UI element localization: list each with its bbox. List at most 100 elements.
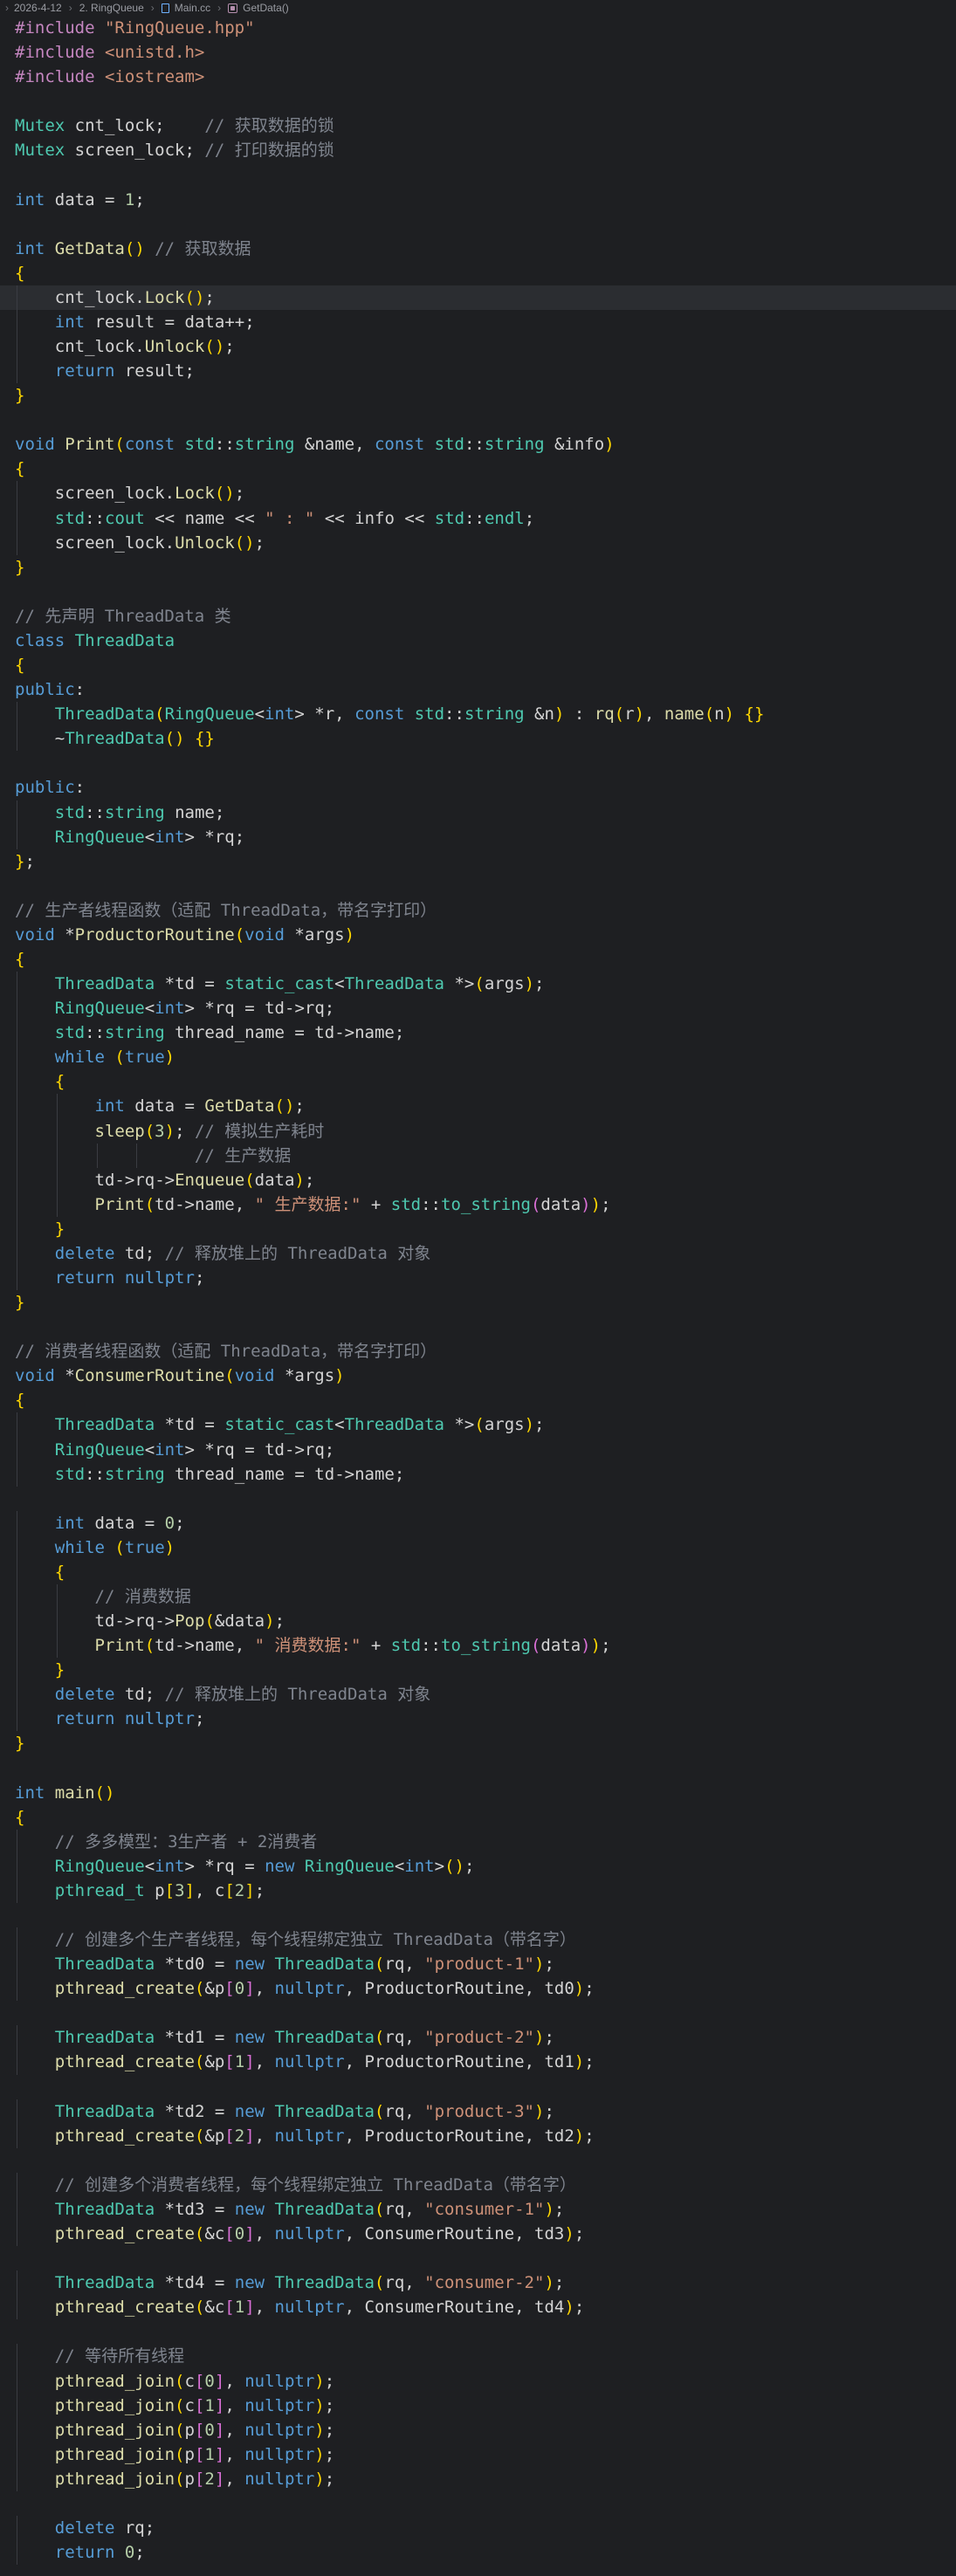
code-line[interactable]: public: (15, 775, 956, 800)
code-line[interactable]: pthread_join(p[0], nullptr); (15, 2417, 956, 2442)
code-line[interactable]: td->rq->Enqueue(data); (15, 1167, 956, 1192)
code-line[interactable]: return nullptr; (15, 1707, 956, 1732)
code-line[interactable] (15, 2491, 956, 2516)
code-line[interactable]: } (15, 1216, 956, 1241)
code-line[interactable]: { (15, 1069, 956, 1095)
code-line[interactable] (15, 1487, 956, 1511)
code-line[interactable]: td->rq->Pop(&data); (15, 1609, 956, 1634)
code-line[interactable] (15, 408, 956, 432)
code-line[interactable]: // 创建多个生产者线程，每个线程绑定独立 ThreadData（带名字） (15, 1927, 956, 1953)
code-line[interactable]: // 创建多个消费者线程，每个线程绑定独立 ThreadData（带名字） (15, 2172, 956, 2197)
code-line[interactable]: pthread_create(&c[0], nullptr, ConsumerR… (15, 2222, 956, 2247)
code-line[interactable]: Print(td->name, " 消费数据:" + std::to_strin… (15, 1633, 956, 1659)
code-line[interactable] (15, 89, 956, 113)
code-line[interactable]: ThreadData *td4 = new ThreadData(rq, "co… (15, 2270, 956, 2296)
code-line[interactable] (15, 580, 956, 604)
code-line[interactable] (15, 1756, 956, 1781)
code-line[interactable]: return result; (15, 359, 956, 384)
code-line[interactable]: std::string thread_name = td->name; (15, 1461, 956, 1487)
code-line[interactable]: } (15, 1290, 956, 1315)
code-line[interactable]: ~ThreadData() {} (15, 726, 956, 752)
code-line[interactable]: int data = 1; (15, 188, 956, 212)
code-editor[interactable]: #include "RingQueue.hpp" #include <unistd… (0, 16, 956, 2566)
code-line[interactable]: { (15, 947, 956, 972)
code-line[interactable]: delete td; // 释放堆上的 ThreadData 对象 (15, 1682, 956, 1707)
code-line[interactable]: return 0; (15, 2540, 956, 2566)
code-line[interactable]: ThreadData *td1 = new ThreadData(rq, "pr… (15, 2025, 956, 2050)
code-line[interactable]: // 多多模型：3生产者 + 2消费者 (15, 1829, 956, 1854)
code-line[interactable]: screen_lock.Unlock(); (15, 530, 956, 555)
code-line[interactable]: RingQueue<int> *rq = td->rq; (15, 1437, 956, 1462)
code-line[interactable] (15, 1315, 956, 1339)
breadcrumb-file[interactable]: Main.cc (161, 2, 210, 14)
code-line[interactable]: while (true) (15, 1045, 956, 1070)
code-line[interactable] (15, 2246, 956, 2270)
code-line[interactable]: Mutex cnt_lock; // 获取数据的锁 (15, 113, 956, 138)
breadcrumb-symbol[interactable]: GetData() (228, 2, 289, 14)
code-line[interactable]: while (true) (15, 1535, 956, 1560)
code-line[interactable]: cnt_lock.Lock(); (0, 285, 956, 310)
code-line[interactable]: public: (15, 677, 956, 702)
code-line[interactable] (15, 874, 956, 898)
code-line[interactable]: pthread_join(p[2], nullptr); (15, 2466, 956, 2491)
code-line[interactable]: RingQueue<int> *rq = td->rq; (15, 996, 956, 1021)
code-line[interactable]: // 先声明 ThreadData 类 (15, 604, 956, 629)
code-line[interactable] (15, 212, 956, 237)
code-line[interactable]: void *ProductorRoutine(void *args) (15, 923, 956, 947)
code-line[interactable] (15, 2075, 956, 2099)
code-line[interactable]: pthread_join(c[1], nullptr); (15, 2393, 956, 2418)
code-line[interactable]: void *ConsumerRoutine(void *args) (15, 1364, 956, 1388)
code-line[interactable]: { (15, 1388, 956, 1412)
code-line[interactable]: Mutex screen_lock; // 打印数据的锁 (15, 138, 956, 162)
code-line[interactable]: delete td; // 释放堆上的 ThreadData 对象 (15, 1240, 956, 1266)
code-line[interactable]: pthread_create(&p[1], nullptr, Productor… (15, 2050, 956, 2075)
code-line[interactable]: ThreadData *td0 = new ThreadData(rq, "pr… (15, 1952, 956, 1977)
code-line[interactable]: void Print(const std::string &name, cons… (15, 432, 956, 457)
code-line[interactable]: { (15, 1559, 956, 1584)
code-line[interactable]: }; (15, 849, 956, 874)
code-line[interactable]: std::string thread_name = td->name; (15, 1020, 956, 1046)
code-line[interactable]: sleep(3); // 模拟生产耗时 (15, 1118, 956, 1144)
code-line[interactable]: std::string name; (15, 800, 956, 825)
code-line[interactable]: // 生产数据 (15, 1143, 956, 1168)
code-line[interactable]: { (15, 653, 956, 677)
code-line[interactable]: pthread_create(&p[2], nullptr, Productor… (15, 2123, 956, 2148)
breadcrumb-folder-ringqueue[interactable]: 2. RingQueue (79, 2, 144, 14)
code-line[interactable]: RingQueue<int> *rq; (15, 824, 956, 849)
code-line[interactable]: } (15, 383, 956, 408)
code-line[interactable]: pthread_join(p[1], nullptr); (15, 2442, 956, 2467)
code-line[interactable] (15, 1903, 956, 1927)
code-line[interactable]: { (15, 1805, 956, 1830)
code-line[interactable] (15, 2148, 956, 2173)
code-line[interactable]: int result = data++; (15, 309, 956, 335)
code-line[interactable]: ThreadData *td = static_cast<ThreadData … (15, 972, 956, 997)
code-line[interactable]: #include <unistd.h> (15, 40, 956, 65)
code-line[interactable]: #include "RingQueue.hpp" (15, 16, 956, 40)
code-line[interactable]: std::cout << name << " : " << info << st… (15, 505, 956, 531)
code-line[interactable] (15, 751, 956, 775)
code-line[interactable]: ThreadData *td3 = new ThreadData(rq, "co… (15, 2196, 956, 2222)
code-line[interactable]: int GetData() // 获取数据 (15, 237, 956, 261)
code-line[interactable]: return nullptr; (15, 1265, 956, 1291)
code-line[interactable]: ThreadData *td2 = new ThreadData(rq, "pr… (15, 2099, 956, 2124)
code-line[interactable]: // 等待所有线程 (15, 2344, 956, 2369)
code-line[interactable]: RingQueue<int> *rq = new RingQueue<int>(… (15, 1853, 956, 1879)
code-line[interactable]: int data = 0; (15, 1510, 956, 1535)
code-line[interactable]: delete rq; (15, 2515, 956, 2541)
code-line[interactable]: ThreadData *td = static_cast<ThreadData … (15, 1412, 956, 1438)
code-line[interactable]: pthread_create(&p[0], nullptr, Productor… (15, 1976, 956, 2002)
code-line[interactable]: { (15, 457, 956, 481)
code-line[interactable]: } (15, 1658, 956, 1683)
code-line[interactable] (15, 162, 956, 187)
code-line[interactable]: { (15, 261, 956, 285)
code-line[interactable]: ThreadData(RingQueue<int> *r, const std:… (15, 702, 956, 727)
code-line[interactable]: cnt_lock.Unlock(); (15, 334, 956, 360)
code-line[interactable]: // 消费数据 (15, 1584, 956, 1610)
code-line[interactable]: // 消费者线程函数（适配 ThreadData，带名字打印） (15, 1339, 956, 1364)
code-line[interactable]: // 生产者线程函数（适配 ThreadData，带名字打印） (15, 898, 956, 923)
code-line[interactable]: pthread_create(&c[1], nullptr, ConsumerR… (15, 2295, 956, 2320)
code-line[interactable]: int main() (15, 1781, 956, 1805)
code-line[interactable]: int data = GetData(); (15, 1094, 956, 1119)
code-line[interactable]: #include <iostream> (15, 65, 956, 89)
code-line[interactable] (15, 2001, 956, 2025)
